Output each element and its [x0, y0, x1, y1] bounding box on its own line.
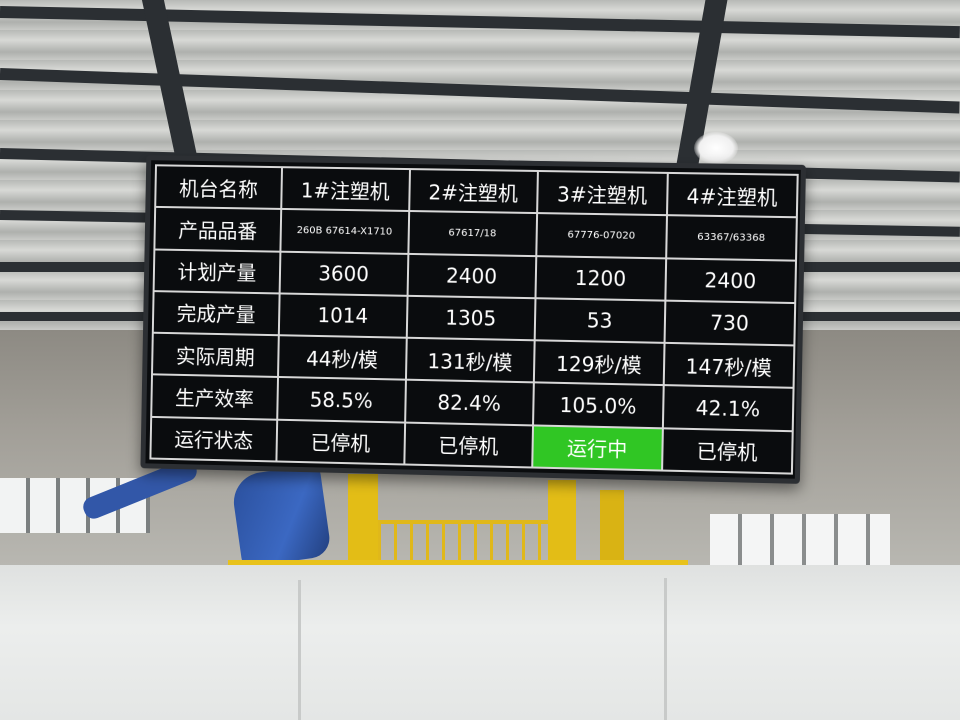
row-label: 生产效率: [151, 375, 278, 420]
robot-body: [230, 464, 332, 568]
status-cell: 已停机: [276, 419, 404, 464]
wall-seam: [664, 578, 667, 720]
wall-seam: [298, 580, 301, 720]
header-cell-machine-name: 机台名称: [155, 165, 282, 209]
status-cell: 已停机: [404, 422, 533, 467]
table-cell: 67776-07020: [536, 213, 666, 258]
table-cell: 1200: [535, 256, 665, 301]
table-cell: 63367/63368: [666, 215, 797, 260]
ceiling-lamp: [694, 132, 738, 164]
header-cell-machine-3: 3#注塑机: [537, 171, 667, 215]
yellow-post: [600, 490, 624, 566]
table-cell: 131秒/模: [405, 338, 534, 383]
table-cell: 44秒/模: [278, 335, 406, 380]
yellow-post: [348, 474, 378, 564]
table-cell: 260B 67614-X1710: [280, 209, 408, 253]
table-cell: 1014: [279, 293, 407, 338]
status-cell: 已停机: [662, 428, 793, 474]
row-label: 运行状态: [150, 417, 277, 462]
row-label: 产品品番: [154, 207, 281, 251]
table-cell: 730: [664, 300, 795, 345]
status-cell-running: 运行中: [532, 425, 662, 470]
table-cell: 58.5%: [277, 377, 405, 422]
row-label: 计划产量: [154, 249, 281, 293]
row-label: 完成产量: [153, 291, 280, 335]
table-cell: 67617/18: [408, 211, 537, 255]
table-cell: 105.0%: [533, 383, 663, 428]
table-cell: 2400: [407, 253, 536, 298]
foreground-wall: [0, 565, 960, 720]
production-display-board: 机台名称 1#注塑机 2#注塑机 3#注塑机 4#注塑机 产品品番 260B 6…: [140, 155, 806, 484]
table-cell: 3600: [280, 251, 408, 295]
yellow-post: [548, 480, 576, 566]
production-status-table: 机台名称 1#注塑机 2#注塑机 3#注塑机 4#注塑机 产品品番 260B 6…: [149, 164, 798, 474]
safety-railing: [378, 520, 548, 564]
table-cell: 147秒/模: [663, 343, 794, 388]
header-cell-machine-2: 2#注塑机: [409, 169, 538, 213]
table-cell: 2400: [665, 258, 796, 303]
header-cell-machine-1: 1#注塑机: [281, 167, 409, 211]
table-cell: 42.1%: [662, 385, 793, 430]
window-right: [710, 514, 890, 570]
table-cell: 82.4%: [405, 380, 534, 425]
table-cell: 1305: [406, 296, 535, 341]
header-cell-machine-4: 4#注塑机: [666, 173, 797, 218]
table-cell: 129秒/模: [534, 340, 664, 385]
row-label: 实际周期: [152, 333, 279, 378]
table-cell: 53: [535, 298, 665, 343]
